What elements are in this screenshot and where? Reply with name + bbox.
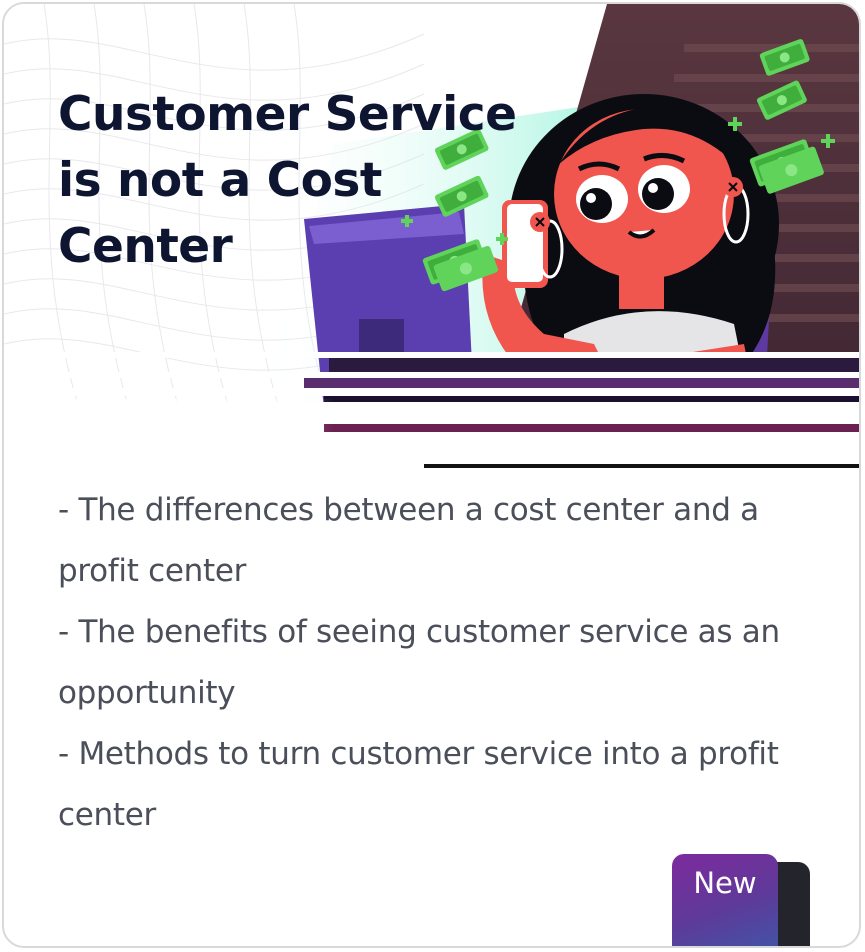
description-line: profit center [58,553,247,589]
article-card[interactable]: Customer Service is not a Cost Center - … [2,2,861,948]
description-line: - The differences between a cost center … [58,492,759,528]
description-line: opportunity [58,675,236,711]
card-description: - The differences between a cost center … [58,480,838,846]
description-line: - Methods to turn customer service into … [58,736,779,772]
card-title: Customer Service is not a Cost Center [58,87,517,274]
new-badge: New [672,854,778,946]
hero-illustration: Customer Service is not a Cost Center [4,4,859,474]
description-line: - The benefits of seeing customer servic… [58,614,780,650]
description-line: center [58,797,156,833]
